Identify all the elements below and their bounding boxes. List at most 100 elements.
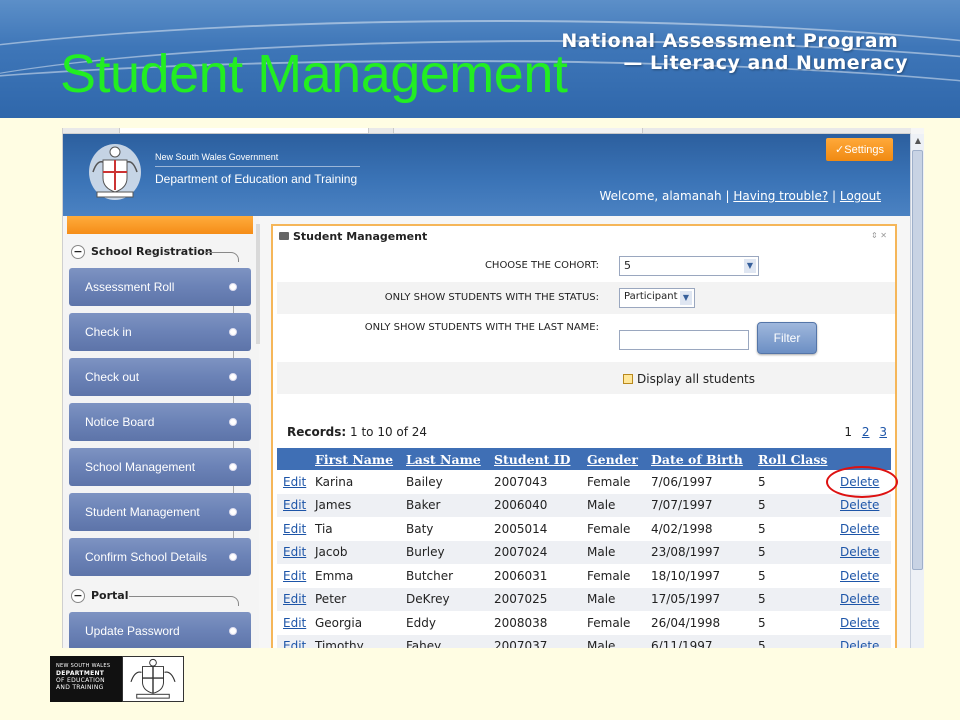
cell-gender: Male: [581, 634, 645, 648]
section-line: [205, 252, 239, 262]
cell-first-name: Karina: [315, 474, 354, 489]
sidebar-item-student-management[interactable]: Student Management: [69, 493, 251, 538]
delete-link[interactable]: Delete: [840, 639, 879, 648]
section-school-registration[interactable]: − School Registration: [67, 243, 253, 263]
sidebar-item-label: School Management: [85, 460, 196, 474]
edit-link[interactable]: Edit: [283, 498, 306, 512]
sidebar-item-update-password[interactable]: Update Password: [69, 612, 251, 648]
table-row: Edit Karina Bailey 2007043 Female 7/06/1…: [277, 470, 891, 494]
section-portal[interactable]: − Portal: [67, 587, 253, 607]
edit-link[interactable]: Edit: [283, 475, 306, 489]
cell-dob: 17/05/1997: [645, 587, 752, 611]
delete-link[interactable]: Delete: [840, 498, 879, 512]
cell-first-name: James: [309, 493, 400, 517]
delete-link[interactable]: Delete: [840, 592, 879, 606]
records-count: Records: 1 to 10 of 24: [287, 425, 427, 439]
radio-dot-icon: [229, 463, 237, 471]
scrollbar-thumb[interactable]: [912, 150, 923, 570]
cell-roll-class: 5: [752, 587, 834, 611]
cell-roll-class: 5: [758, 521, 766, 536]
collapse-minus-icon[interactable]: −: [71, 245, 85, 259]
sidebar-item-notice-board[interactable]: Notice Board: [69, 403, 251, 448]
edit-link[interactable]: Edit: [283, 569, 306, 583]
chevron-down-icon[interactable]: ▼: [744, 259, 756, 273]
nsw-crest-icon: [89, 144, 141, 200]
cell-first-name: Peter: [309, 587, 400, 611]
edit-link[interactable]: Edit: [283, 592, 306, 606]
collapse-minus-icon[interactable]: −: [71, 589, 85, 603]
cohort-label: CHOOSE THE COHORT:: [484, 260, 599, 271]
cell-dob: 23/08/1997: [645, 540, 752, 564]
logo-line: OF EDUCATION: [56, 677, 105, 684]
chevron-down-icon[interactable]: ▼: [680, 291, 692, 305]
cell-student-id: 2008038: [494, 615, 548, 630]
edit-link[interactable]: Edit: [283, 545, 306, 559]
sidebar-collapse-handle[interactable]: [256, 224, 260, 344]
sidebar-item-confirm-school-details[interactable]: Confirm School Details: [69, 538, 251, 576]
display-all-label: Display all students: [637, 372, 756, 386]
filter-button[interactable]: Filter: [757, 322, 817, 354]
delete-link[interactable]: Delete: [840, 616, 879, 630]
panel-controls-icon[interactable]: ⇕ ✕: [871, 231, 887, 240]
cell-gender: Female: [587, 615, 631, 630]
vertical-scrollbar[interactable]: ▲: [910, 134, 924, 648]
lastname-input[interactable]: [619, 330, 749, 350]
radio-dot-icon: [229, 508, 237, 516]
separator: |: [725, 189, 730, 203]
program-line-2: — Literacy and Numeracy: [623, 52, 908, 74]
slide-banner: National Assessment Program — Literacy a…: [0, 0, 960, 118]
sidebar-item-check-in[interactable]: Check in: [69, 313, 251, 358]
having-trouble-link[interactable]: Having trouble?: [733, 189, 828, 203]
logout-link[interactable]: Logout: [840, 189, 881, 203]
column-header-student-id[interactable]: Student ID: [488, 448, 581, 470]
cell-dob: 18/10/1997: [651, 568, 721, 583]
cell-last-name: Baker: [400, 493, 488, 517]
connector-line: [233, 486, 234, 493]
page-link[interactable]: 3: [879, 425, 887, 439]
delete-link[interactable]: Delete: [840, 545, 879, 559]
records-text: 1 to 10 of 24: [350, 425, 428, 439]
radio-dot-icon: [229, 373, 237, 381]
sidebar-item-school-management[interactable]: School Management: [69, 448, 251, 493]
radio-dot-icon: [229, 553, 237, 561]
settings-button[interactable]: ✓Settings: [826, 138, 893, 161]
radio-dot-icon: [229, 283, 237, 291]
column-header-date-of-birth[interactable]: Date of Birth: [645, 448, 752, 470]
delete-link[interactable]: Delete: [840, 569, 879, 583]
connector-line: [233, 531, 234, 538]
status-row: ONLY SHOW STUDENTS WITH THE STATUS: Part…: [277, 282, 895, 314]
cell-dob: 7/07/1997: [645, 493, 752, 517]
edit-link[interactable]: Edit: [283, 522, 306, 536]
page-link[interactable]: 2: [862, 425, 870, 439]
cell-dob: 6/11/1997: [645, 634, 752, 648]
sidebar-item-check-out[interactable]: Check out: [69, 358, 251, 403]
sidebar-item-assessment-roll[interactable]: Assessment Roll: [69, 268, 251, 313]
cell-student-id: 2007037: [488, 634, 581, 648]
edit-link[interactable]: Edit: [283, 616, 306, 630]
column-header-gender[interactable]: Gender: [581, 448, 645, 470]
cell-first-name: Emma: [315, 568, 354, 583]
status-select[interactable]: Participant ▼: [619, 288, 695, 308]
column-header-last-name[interactable]: Last Name: [400, 448, 488, 470]
highlight-circle: [826, 466, 898, 498]
status-value: Participant: [624, 291, 678, 302]
cell-first-name: Tia: [315, 521, 333, 536]
cell-roll-class: 5: [758, 474, 766, 489]
column-header-first-name[interactable]: First Name: [309, 448, 400, 470]
scroll-up-icon[interactable]: ▲: [913, 136, 923, 146]
checkbox-icon[interactable]: [623, 374, 633, 384]
table-header-row: First Name Last Name Student ID Gender D…: [277, 448, 891, 470]
display-all-checkbox[interactable]: Display all students: [623, 372, 755, 386]
delete-link[interactable]: Delete: [840, 522, 879, 536]
edit-link[interactable]: Edit: [283, 639, 306, 648]
column-header-roll-class[interactable]: Roll Class: [752, 448, 834, 470]
lastname-label: ONLY SHOW STUDENTS WITH THE LAST NAME:: [364, 322, 599, 333]
page-current: 1: [844, 425, 853, 439]
header-divider: [155, 166, 360, 167]
cell-last-name: Burley: [400, 540, 488, 564]
cell-last-name: Eddy: [406, 615, 436, 630]
cell-gender: Female: [587, 568, 631, 583]
cell-student-id: 2006040: [488, 493, 581, 517]
app-header: New South Wales Government Department of…: [63, 134, 911, 216]
cohort-select[interactable]: 5 ▼: [619, 256, 759, 276]
